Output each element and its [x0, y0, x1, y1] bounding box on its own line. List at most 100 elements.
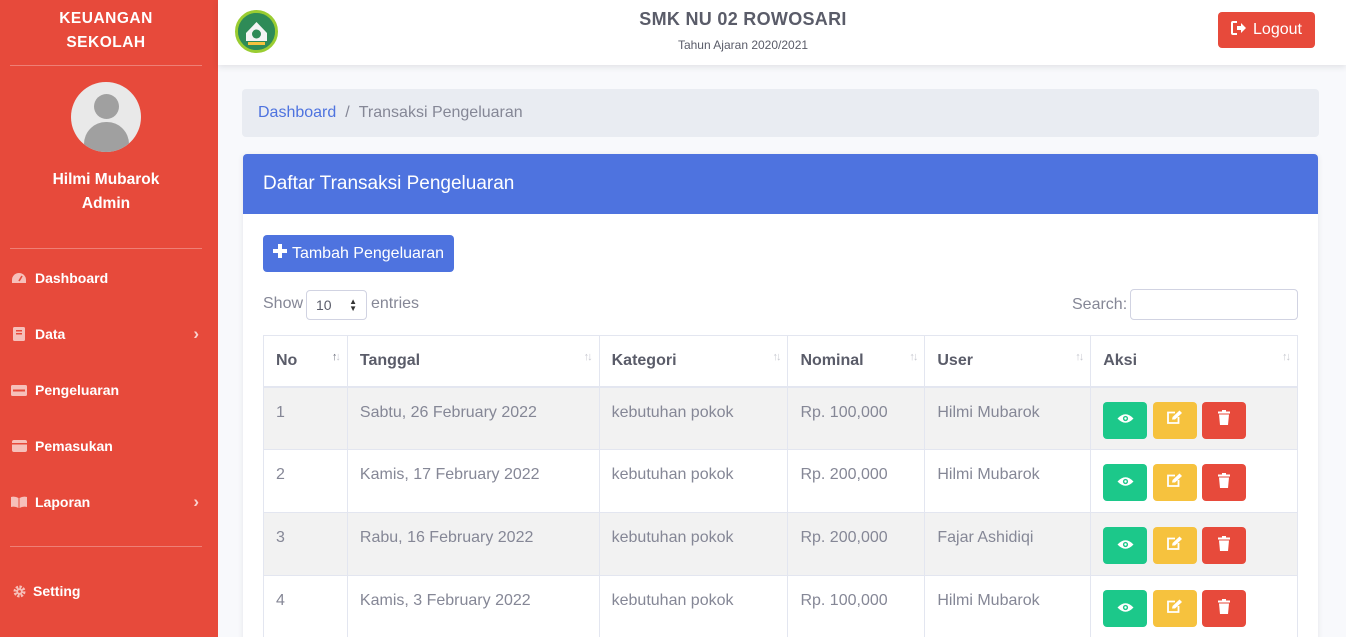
brand-line-2: SEKOLAH [66, 34, 146, 51]
sidebar-divider [10, 546, 202, 547]
avatar-body [84, 122, 129, 152]
chevron-right-icon: › [193, 492, 199, 511]
avatar [71, 82, 141, 152]
sidebar-item-data[interactable]: Data › [0, 319, 218, 349]
delete-button[interactable] [1202, 401, 1247, 439]
sort-icon: ↑↓ [772, 351, 781, 363]
sidebar-item-dashboard[interactable]: Dashboard [0, 263, 218, 293]
wallet-icon [11, 439, 27, 453]
add-expense-button[interactable]: Tambah Pengeluaran [263, 235, 454, 272]
column-header-kategori[interactable]: Kategori ↑↓ [598, 335, 789, 388]
delete-button[interactable] [1202, 464, 1247, 501]
column-header-aksi[interactable]: Aksi ↑↓ [1090, 335, 1298, 388]
cell-tanggal: Kamis, 17 February 2022 [346, 449, 600, 513]
open-book-icon [11, 495, 27, 509]
cell-user: Fajar Ashidiqi [924, 512, 1092, 576]
book-icon [11, 327, 27, 341]
view-button[interactable] [1103, 401, 1148, 439]
topbar: SMK NU 02 ROWOSARI Tahun Ajaran 2020/202… [218, 0, 1346, 65]
entries-select[interactable]: 10 ▲ ▼ [306, 290, 367, 320]
delete-button[interactable] [1202, 590, 1247, 627]
breadcrumb-separator: / [345, 104, 350, 121]
view-button[interactable] [1103, 464, 1148, 501]
cell-tanggal: Sabtu, 26 February 2022 [346, 386, 600, 450]
sidebar-item-label: Data [35, 326, 66, 342]
sidebar: KEUANGAN SEKOLAH Hilmi Mubarok Admin Das… [0, 0, 218, 637]
trash-icon [1218, 598, 1231, 619]
plus-icon [272, 244, 287, 263]
cell-kategori: kebutuhan pokok [598, 386, 789, 450]
edit-icon [1166, 410, 1183, 430]
sidebar-item-label: Setting [33, 583, 81, 599]
tachometer-icon [11, 271, 27, 285]
select-arrows-icon: ▲ ▼ [349, 297, 357, 313]
eye-icon [1117, 537, 1134, 555]
add-expense-label: Tambah Pengeluaran [291, 244, 445, 262]
cell-no: 3 [263, 512, 348, 576]
cell-kategori: kebutuhan pokok [598, 575, 789, 637]
cell-nominal: Rp. 200,000 [787, 512, 926, 576]
cell-nominal: Rp. 100,000 [787, 575, 926, 637]
table-row: 2 Kamis, 17 February 2022 kebutuhan poko… [263, 449, 1298, 513]
column-header-tanggal[interactable]: Tanggal ↑↓ [346, 335, 600, 388]
table-row: 3 Rabu, 16 February 2022 kebutuhan pokok… [263, 512, 1298, 576]
cell-tanggal: Rabu, 16 February 2022 [346, 512, 600, 576]
sidebar-item-pemasukan[interactable]: Pemasukan [0, 431, 218, 461]
sidebar-item-setting[interactable]: Setting [0, 576, 218, 606]
sort-asc-icon: ↑↓ [331, 351, 341, 363]
search-input[interactable] [1130, 289, 1298, 320]
cell-user: Hilmi Mubarok [924, 575, 1092, 637]
school-name: SMK NU 02 ROWOSARI [639, 9, 847, 29]
search-label: Search: [1072, 296, 1128, 313]
cell-tanggal: Kamis, 3 February 2022 [346, 575, 600, 637]
logout-label: Logout [1253, 21, 1302, 38]
sort-icon: ↑↓ [909, 351, 918, 363]
edit-icon [1166, 536, 1183, 556]
breadcrumb: Dashboard / Transaksi Pengeluaran [242, 89, 1319, 137]
cell-no: 2 [263, 449, 348, 513]
delete-button[interactable] [1202, 527, 1247, 564]
edit-button[interactable] [1152, 527, 1197, 564]
user-role: Admin [81, 195, 131, 212]
breadcrumb-current: Transaksi Pengeluaran [358, 104, 523, 121]
cell-nominal: Rp. 200,000 [787, 449, 926, 513]
cell-kategori: kebutuhan pokok [598, 449, 789, 513]
sort-icon: ↑↓ [1282, 351, 1291, 363]
sign-out-icon [1231, 20, 1247, 40]
trash-icon [1218, 410, 1231, 430]
card-title: Daftar Transaksi Pengeluaran [243, 154, 1318, 214]
cell-kategori: kebutuhan pokok [598, 512, 789, 576]
cell-aksi [1090, 512, 1298, 576]
entries-label: entries [371, 295, 420, 312]
sort-icon: ↑↓ [1075, 351, 1084, 363]
column-header-user[interactable]: User ↑↓ [924, 335, 1092, 388]
sort-icon: ↑↓ [583, 351, 593, 363]
breadcrumb-home-link[interactable]: Dashboard [258, 104, 336, 122]
column-header-no[interactable]: No ↑↓ [263, 335, 348, 388]
cell-nominal: Rp. 100,000 [787, 386, 926, 450]
edit-icon [1166, 599, 1183, 619]
cell-no: 1 [263, 386, 348, 450]
money-icon [11, 383, 27, 397]
transactions-table: No ↑↓ Tanggal ↑↓ Kategori ↑↓ Nominal ↑↓ User… [263, 335, 1298, 637]
view-button[interactable] [1103, 590, 1148, 627]
logout-button[interactable]: Logout [1218, 12, 1315, 48]
cell-aksi [1090, 386, 1298, 450]
eye-icon [1117, 411, 1134, 429]
edit-button[interactable] [1152, 464, 1197, 501]
entries-value: 10 [316, 297, 332, 313]
edit-icon [1166, 473, 1183, 493]
cell-user: Hilmi Mubarok [924, 449, 1092, 513]
edit-button[interactable] [1152, 590, 1197, 627]
sidebar-brand[interactable]: KEUANGAN SEKOLAH [0, 7, 212, 55]
sidebar-item-pengeluaran[interactable]: Pengeluaran [0, 375, 218, 405]
cell-no: 4 [263, 575, 348, 637]
sidebar-item-laporan[interactable]: Laporan › [0, 487, 218, 517]
column-header-nominal[interactable]: Nominal ↑↓ [787, 335, 926, 388]
edit-button[interactable] [1152, 401, 1197, 439]
trash-icon [1218, 472, 1231, 493]
sidebar-item-label: Laporan [35, 494, 91, 510]
view-button[interactable] [1103, 527, 1148, 564]
transactions-card: Daftar Transaksi Pengeluaran Tambah Peng… [243, 154, 1318, 637]
sidebar-item-label: Pengeluaran [35, 382, 120, 398]
